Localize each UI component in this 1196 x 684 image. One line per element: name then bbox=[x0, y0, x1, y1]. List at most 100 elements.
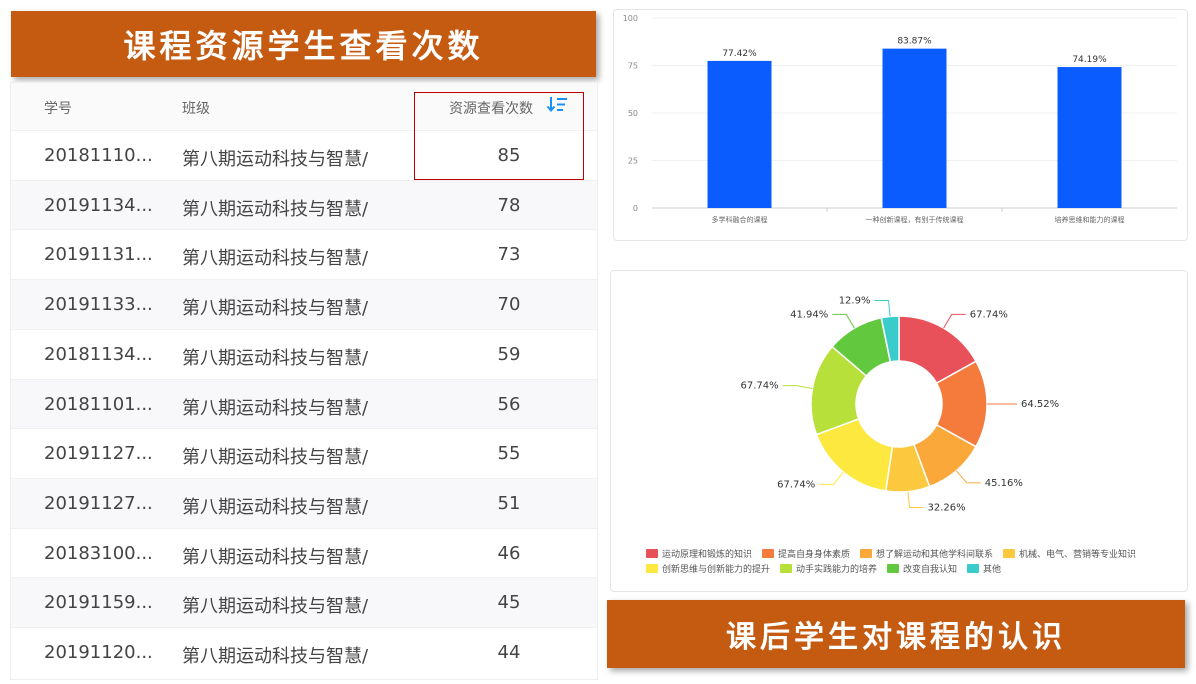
student-id-cell: 20191127... bbox=[44, 443, 153, 465]
class-cell: 第八期运动科技与智慧/ bbox=[182, 298, 369, 320]
title-banner-course-perception: 课后学生对课程的认识 bbox=[607, 600, 1185, 668]
slice-data-label: 45.16% bbox=[985, 478, 1023, 489]
bar-chart: 0 25 50 75 100 77.42% 多学科融合的课程 83.87% 一种创新课程，有别于… bbox=[623, 14, 1177, 224]
legend-swatch bbox=[887, 564, 900, 573]
legend-swatch bbox=[646, 564, 658, 573]
student-id-cell: 20191159... bbox=[44, 592, 153, 614]
donut-legend: 运动原理和锻炼的知识 提高自身身体素质 想了解运动和其他学科间联系 机械、电气、营销等… bbox=[646, 547, 1166, 577]
legend-item[interactable]: 运动原理和锻炼的知识 bbox=[646, 547, 752, 560]
class-cell: 第八期运动科技与智慧/ bbox=[182, 198, 369, 220]
table-row[interactable]: 20191127... 第八期运动科技与智慧/51 bbox=[11, 477, 597, 529]
table-row[interactable]: 20191159... 第八期运动科技与智慧/45 bbox=[11, 577, 597, 628]
bar-data-label: 77.42% bbox=[722, 49, 757, 59]
legend-item[interactable]: 提高自身身体素质 bbox=[762, 547, 850, 560]
x-tick-label: 多学科融合的课程 bbox=[712, 215, 768, 224]
views-cell: 45 bbox=[497, 592, 521, 614]
table-row[interactable]: 20181101... 第八期运动科技与智慧/56 bbox=[11, 378, 597, 430]
y-tick-label: 25 bbox=[628, 157, 638, 166]
student-id-cell: 20191133... bbox=[44, 294, 153, 316]
leader-line bbox=[874, 300, 891, 317]
table-row[interactable]: 20191133... 第八期运动科技与智慧/70 bbox=[11, 279, 597, 330]
views-cell: 44 bbox=[497, 642, 521, 663]
leader-line bbox=[832, 313, 855, 329]
legend-label: 创新思维与创新能力的提升 bbox=[662, 565, 771, 575]
legend-swatch bbox=[646, 549, 658, 558]
class-cell: 第八期运动科技与智慧/ bbox=[182, 596, 369, 618]
table-row[interactable]: 20181134... 第八期运动科技与智慧/59 bbox=[11, 328, 597, 380]
legend-swatch bbox=[762, 549, 775, 558]
y-tick-label: 100 bbox=[623, 14, 638, 23]
donut-chart: 67.74% 64.52% 45.16% 32.26% 67.74% 67.74% 41.9… bbox=[740, 296, 1059, 514]
header-student-id[interactable]: 学号 bbox=[44, 98, 72, 118]
table-row[interactable]: 20191127... 第八期运动科技与智慧/55 bbox=[11, 428, 597, 479]
student-id-cell: 20191127... bbox=[44, 492, 153, 514]
legend-swatch bbox=[860, 549, 873, 558]
slice-data-label: 64.52% bbox=[1021, 399, 1059, 410]
views-cell: 78 bbox=[497, 194, 521, 216]
legend-item[interactable]: 改变自我认知 bbox=[887, 562, 957, 575]
donut-chart-panel: 67.74% 64.52% 45.16% 32.26% 67.74% 67.74% 41.9… bbox=[610, 270, 1188, 592]
slice-data-label: 67.74% bbox=[740, 381, 778, 392]
views-cell: 51 bbox=[497, 492, 521, 514]
y-tick-label: 75 bbox=[628, 62, 638, 71]
class-cell: 第八期运动科技与智慧/ bbox=[182, 347, 369, 369]
x-tick-label: 培养思维和能力的课程 bbox=[1055, 215, 1125, 224]
student-id-cell: 20181110... bbox=[44, 145, 153, 166]
class-cell: 第八期运动科技与智慧/ bbox=[182, 496, 369, 518]
legend-item[interactable]: 想了解运动和其他学科间联系 bbox=[860, 547, 993, 560]
header-class[interactable]: 班级 bbox=[182, 98, 210, 118]
views-cell: 56 bbox=[497, 393, 521, 415]
legend-label: 运动原理和锻炼的知识 bbox=[662, 550, 753, 560]
class-cell: 第八期运动科技与智慧/ bbox=[182, 546, 369, 568]
slice-data-label: 32.26% bbox=[928, 502, 966, 513]
legend-item[interactable]: 机械、电气、营销等专业知识 bbox=[1003, 547, 1136, 560]
table-row[interactable]: 20191120... 第八期运动科技与智慧/44 bbox=[11, 627, 597, 678]
legend-label: 动手实践能力的培养 bbox=[796, 565, 878, 575]
leader-line bbox=[955, 470, 981, 484]
legend-label: 想了解运动和其他学科间联系 bbox=[876, 550, 994, 560]
slice-data-label: 67.74% bbox=[970, 309, 1008, 320]
slice-data-label: 41.94% bbox=[790, 309, 828, 320]
student-id-cell: 20191134... bbox=[44, 194, 153, 216]
bar bbox=[707, 60, 772, 208]
y-tick-label: 0 bbox=[633, 204, 638, 213]
views-cell: 55 bbox=[497, 443, 521, 465]
class-cell: 第八期运动科技与智慧/ bbox=[182, 397, 369, 419]
views-cell: 70 bbox=[497, 294, 521, 316]
class-cell: 第八期运动科技与智慧/ bbox=[182, 149, 369, 170]
legend-label: 其他 bbox=[983, 565, 1002, 575]
legend-swatch bbox=[780, 564, 793, 573]
leader-line bbox=[943, 313, 966, 329]
bar-chart-panel: 0 25 50 75 100 77.42% 多学科融合的课程 83.87% 一种创新课程，有别于… bbox=[613, 9, 1188, 241]
legend-label: 提高自身身体素质 bbox=[778, 550, 851, 560]
legend-item[interactable]: 创新思维与创新能力的提升 bbox=[646, 562, 770, 575]
student-id-cell: 20181134... bbox=[44, 343, 153, 365]
legend-item[interactable]: 其他 bbox=[967, 562, 1001, 575]
bar-data-label: 83.87% bbox=[897, 37, 932, 47]
class-cell: 第八期运动科技与智慧/ bbox=[182, 447, 369, 469]
student-id-cell: 20191120... bbox=[44, 642, 153, 663]
class-cell: 第八期运动科技与智慧/ bbox=[182, 248, 369, 270]
title-banner-resource-views: 课程资源学生查看次数 bbox=[11, 11, 596, 77]
legend-label: 机械、电气、营销等专业知识 bbox=[1019, 550, 1137, 560]
bar-data-label: 74.19% bbox=[1072, 55, 1107, 65]
table-row[interactable]: 20191134... 第八期运动科技与智慧/78 bbox=[11, 179, 597, 231]
class-cell: 第八期运动科技与智慧/ bbox=[182, 646, 369, 667]
table-row[interactable]: 20191131... 第八期运动科技与智慧/73 bbox=[11, 229, 597, 280]
legend-item[interactable]: 动手实践能力的培养 bbox=[780, 562, 877, 575]
leader-line bbox=[907, 491, 924, 508]
student-id-cell: 20183100... bbox=[44, 542, 153, 564]
banner-title: 课程资源学生查看次数 bbox=[123, 27, 484, 65]
legend-swatch bbox=[1003, 549, 1016, 558]
slice-data-label: 67.74% bbox=[777, 480, 815, 491]
bar bbox=[882, 48, 947, 208]
table-row[interactable]: 20183100... 第八期运动科技与智慧/46 bbox=[11, 527, 597, 579]
student-id-cell: 20191131... bbox=[44, 244, 153, 266]
views-cell: 73 bbox=[497, 244, 521, 266]
banner-title: 课后学生对课程的认识 bbox=[726, 620, 1066, 655]
leader-line bbox=[782, 385, 813, 389]
top-row-highlight bbox=[414, 92, 584, 180]
y-tick-label: 50 bbox=[628, 109, 638, 118]
bar bbox=[1057, 67, 1122, 208]
leader-line bbox=[819, 471, 844, 486]
